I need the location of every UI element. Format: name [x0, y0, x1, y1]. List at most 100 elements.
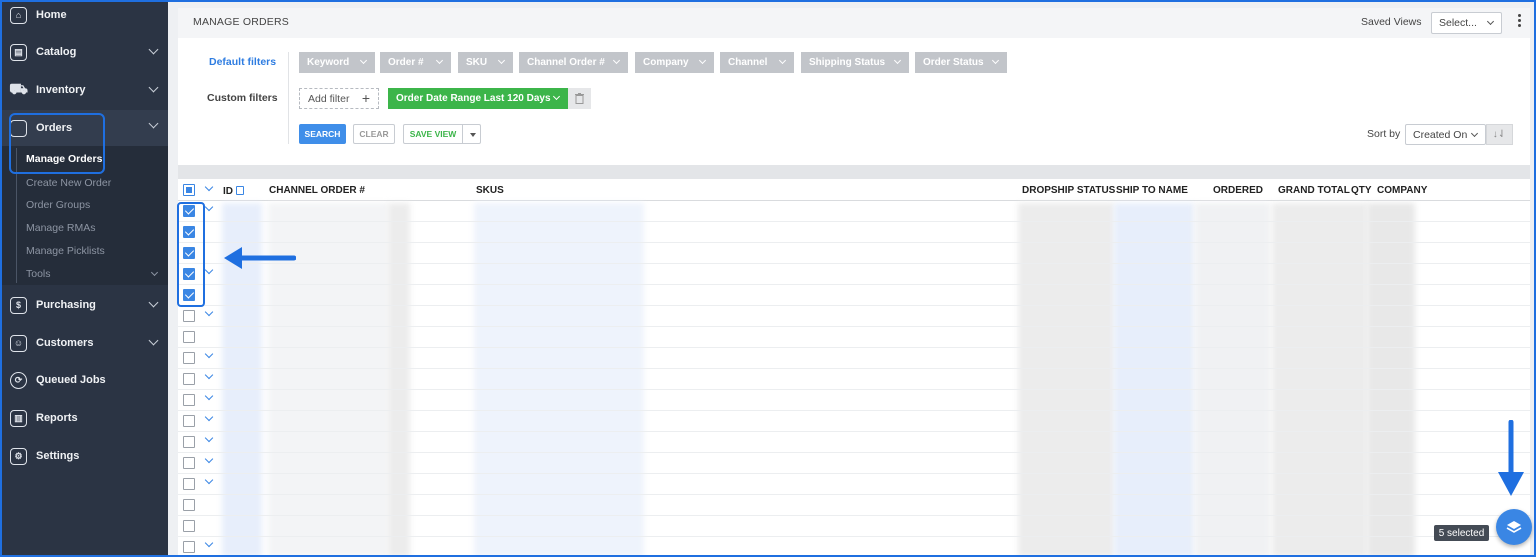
row-checkbox[interactable] — [183, 436, 195, 448]
sidebar-item-label: Settings — [36, 450, 80, 462]
remove-filter-button[interactable] — [568, 88, 591, 109]
col-header-dropship-status[interactable]: DROPSHIP STATUS — [1022, 185, 1115, 196]
filter-chip-label: Order # — [388, 57, 424, 68]
sidebar-item-queued-jobs[interactable]: ⟳ Queued Jobs — [0, 362, 168, 398]
chevron-down-icon — [778, 56, 787, 65]
filter-chip-label: SKU — [466, 57, 488, 68]
table-row — [178, 263, 1530, 264]
custom-filters-label: Custom filters — [207, 92, 278, 104]
filter-chip-shipping-status[interactable]: Shipping Status — [801, 52, 909, 73]
filter-chip-order-number[interactable]: Order # — [380, 52, 451, 73]
row-checkbox[interactable] — [183, 541, 195, 553]
row-checkbox[interactable] — [183, 457, 195, 469]
filter-chip-label: Shipping Status — [809, 57, 886, 68]
catalog-icon: ▤ — [10, 43, 27, 61]
chevron-down-icon — [148, 44, 159, 55]
sidebar-item-settings[interactable]: ⚙ Settings — [0, 438, 168, 474]
filter-chip-label: Order Status — [923, 57, 984, 68]
clear-button[interactable]: CLEAR — [353, 124, 395, 144]
sidebar-item-label: Customers — [36, 337, 94, 349]
home-icon: ⌂ — [10, 6, 27, 24]
plus-icon: + — [361, 90, 370, 106]
sidebar-item-inventory[interactable]: ⛟ Inventory — [0, 72, 168, 108]
chevron-down-icon — [359, 56, 368, 65]
chevron-down-icon — [435, 56, 444, 65]
col-header-id[interactable]: ID — [223, 185, 244, 197]
add-filter-button[interactable]: Add filter + — [299, 88, 379, 109]
col-header-skus[interactable]: SKUS — [476, 185, 504, 196]
sort-desc-icon: ↓⇃ — [1492, 129, 1507, 140]
sidebar-item-label: Inventory — [36, 84, 86, 96]
sort-direction-button[interactable]: ↓⇃ — [1486, 124, 1513, 145]
sidebar-item-reports[interactable]: ▥ Reports — [0, 400, 168, 436]
table-row — [178, 494, 1530, 495]
more-options-icon[interactable] — [1518, 14, 1522, 28]
row-checkbox[interactable] — [183, 415, 195, 427]
filter-chip-company[interactable]: Company — [635, 52, 714, 73]
saved-views-value: Select... — [1439, 17, 1477, 29]
table-row — [178, 242, 1530, 243]
chevron-down-icon — [552, 92, 561, 101]
submenu-manage-picklists[interactable]: Manage Picklists — [26, 245, 105, 257]
filter-chip-sku[interactable]: SKU — [458, 52, 513, 73]
sidebar-item-label: Home — [36, 9, 67, 21]
table-row — [178, 431, 1530, 432]
filter-chip-label: Channel Order # — [527, 57, 605, 68]
blurred-ship-to-column — [1114, 203, 1194, 557]
page-title: MANAGE ORDERS — [193, 16, 289, 28]
col-header-ordered[interactable]: ORDERED — [1213, 185, 1263, 196]
row-checkbox[interactable] — [183, 331, 195, 343]
sync-icon: ⟳ — [10, 371, 27, 389]
row-checkbox[interactable] — [183, 310, 195, 322]
filter-chip-channel[interactable]: Channel — [720, 52, 794, 73]
blurred-ordered-column — [1195, 203, 1270, 557]
col-header-qty[interactable]: QTY — [1351, 185, 1372, 196]
submenu-manage-rmas[interactable]: Manage RMAs — [26, 222, 95, 234]
chevron-down-icon — [893, 56, 902, 65]
bulk-actions-button[interactable] — [1496, 509, 1532, 545]
row-checkbox[interactable] — [183, 499, 195, 511]
blurred-column — [388, 203, 410, 557]
table-row — [178, 347, 1530, 348]
row-checkbox[interactable] — [183, 394, 195, 406]
chevron-down-icon — [497, 56, 506, 65]
select-all-checkbox[interactable] — [183, 184, 195, 196]
reports-icon: ▥ — [10, 409, 27, 427]
save-view-dropdown[interactable] — [462, 124, 481, 144]
table-row — [178, 536, 1530, 537]
sidebar-item-customers[interactable]: ☺ Customers — [0, 325, 168, 361]
sidebar-item-home[interactable]: ⌂ Home — [0, 0, 168, 33]
submenu-create-order[interactable]: Create New Order — [26, 177, 111, 189]
table-header-divider — [178, 200, 1530, 201]
row-checkbox[interactable] — [183, 352, 195, 364]
filter-chip-keyword[interactable]: Keyword — [299, 52, 375, 73]
saved-views-label: Saved Views — [1361, 16, 1422, 28]
inventory-icon: ⛟ — [9, 80, 28, 98]
submenu-tools[interactable]: Tools — [26, 268, 166, 280]
sidebar-item-catalog[interactable]: ▤ Catalog — [0, 34, 168, 70]
arrow-down-annotation — [1498, 420, 1524, 496]
row-checkbox[interactable] — [183, 373, 195, 385]
saved-views-select[interactable]: Select... — [1431, 12, 1502, 34]
filter-chip-channel-order[interactable]: Channel Order # — [519, 52, 628, 73]
custom-filter-date-range[interactable]: Order Date Range Last 120 Days — [388, 88, 568, 109]
arrow-left-annotation — [224, 247, 296, 269]
col-header-company[interactable]: COMPANY — [1377, 185, 1427, 196]
filter-chip-order-status[interactable]: Order Status — [915, 52, 1007, 73]
table-row — [178, 389, 1530, 390]
table-row — [178, 326, 1530, 327]
col-header-grand-total[interactable]: GRAND TOTAL — [1278, 185, 1350, 196]
col-header-ship-to-name[interactable]: SHIP TO NAME — [1116, 185, 1188, 196]
sidebar-item-purchasing[interactable]: $ Purchasing — [0, 287, 168, 323]
chevron-down-icon — [1486, 17, 1495, 26]
copy-icon[interactable] — [236, 186, 244, 195]
page-header — [178, 8, 1530, 38]
col-header-channel-order[interactable]: CHANNEL ORDER # — [269, 185, 365, 196]
row-checkbox[interactable] — [183, 478, 195, 490]
save-view-button[interactable]: SAVE VIEW — [403, 124, 463, 144]
sort-by-select[interactable]: Created On — [1405, 124, 1486, 145]
row-checkbox[interactable] — [183, 520, 195, 532]
filter-chip-label: Channel — [728, 57, 768, 68]
submenu-order-groups[interactable]: Order Groups — [26, 199, 90, 211]
search-button[interactable]: SEARCH — [299, 124, 346, 144]
